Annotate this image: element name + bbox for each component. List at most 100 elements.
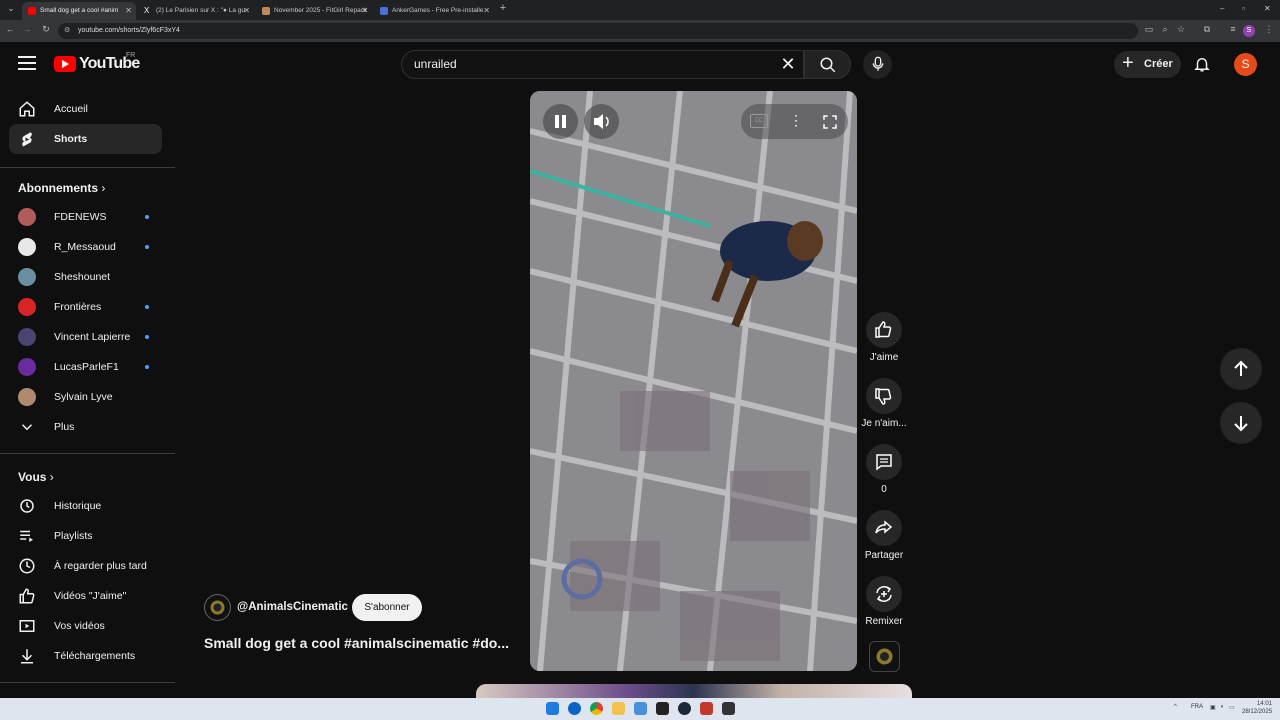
youtube-favicon-icon [28,7,36,15]
sidebar-sub-sylvain-lyve[interactable]: Sylvain Lyve [9,382,162,412]
short-title[interactable]: Small dog get a cool #animalscinematic #… [204,635,509,651]
browser-tab[interactable]: AnkerGames - Free Pre-installe ✕ [374,2,494,20]
sound-source-thumbnail[interactable] [869,641,900,672]
playlist-icon [20,530,33,542]
edge-browser-icon[interactable] [568,702,581,715]
browser-tab[interactable]: November 2025 - FitGirl Repack ✕ [256,2,372,20]
steam-icon[interactable] [678,702,691,715]
back-icon[interactable]: ← [3,24,17,34]
windows-start-icon[interactable] [546,702,559,715]
terminal-icon[interactable] [656,702,669,715]
bookmark-star-icon[interactable]: ☆ [1174,24,1188,35]
sidebar-item-label: FDENEWS [54,211,107,223]
browser-menu-icon[interactable]: ⋮ [1262,24,1276,35]
dislike-button[interactable] [866,378,902,414]
battery-icon[interactable]: ▭ [1229,704,1235,711]
history-icon [20,499,34,513]
pause-icon [555,115,566,128]
more-options-icon[interactable]: ⋮ [789,112,803,129]
close-tab-icon[interactable]: ✕ [361,2,368,20]
sidebar-sub-r-messaoud[interactable]: R_Messaoud [9,232,162,262]
short-video-player[interactable] [530,91,857,671]
network-icon[interactable]: ▣ [1210,704,1216,711]
clear-search-icon[interactable]: ✕ [777,54,799,74]
reload-icon[interactable]: ↻ [39,24,53,35]
close-window-icon[interactable]: ✕ [1264,4,1271,13]
next-short-preview[interactable] [476,684,912,698]
subscriptions-heading[interactable]: Abonnements › [18,181,105,195]
zoom-icon[interactable]: ⌕ [1158,24,1172,35]
notifications-bell-icon[interactable] [1193,55,1211,73]
sidebar-item-more[interactable]: Plus [9,412,162,442]
remix-button[interactable] [866,576,902,612]
browser-tab[interactable]: X (2) Le Parisien sur X : "● La gu ✕ [138,2,254,20]
sidebar-item-label: À regarder plus tard [54,560,147,572]
game-launcher-icon[interactable] [700,702,713,715]
sidebar-item-history[interactable]: Historique [9,491,162,521]
next-short-button[interactable] [1220,402,1262,444]
forward-icon[interactable]: → [20,24,34,34]
previous-short-button[interactable] [1220,348,1262,390]
volume-button[interactable] [584,104,619,139]
browser-tab-active[interactable]: Small dog get a cool #anim ✕ [22,2,136,20]
sidebar-item-playlists[interactable]: Playlists [9,521,162,551]
browser-tab-bar: ⌄ Small dog get a cool #anim ✕ X (2) Le … [0,0,1280,20]
clock[interactable]: 14:01 28/12/2025 [1242,700,1272,716]
app-icon[interactable] [634,702,647,715]
voice-search-button[interactable] [863,50,892,79]
sidebar-sub-fdenews[interactable]: FDENEWS [9,202,162,232]
channel-avatar[interactable] [204,594,231,621]
input-language[interactable]: FRA [1191,704,1203,710]
sidebar-sub-vincent-lapierre[interactable]: Vincent Lapierre [9,322,162,352]
like-label: J'aime [869,352,899,363]
player-controls-right: CC ⋮ [741,104,848,139]
new-tab-button[interactable]: + [496,2,510,14]
sidebar-item-liked-videos[interactable]: Vidéos "J'aime" [9,581,162,611]
cast-icon[interactable]: ▭ [1142,24,1156,35]
channel-name[interactable]: @AnimalsCinematic [237,601,348,613]
search-button[interactable] [804,50,851,79]
volume-tray-icon[interactable]: ◖ [1220,704,1224,710]
tray-chevron-icon[interactable]: ^ [1174,704,1177,710]
create-button[interactable]: + Créer [1114,51,1181,78]
close-tab-icon[interactable]: ✕ [243,2,250,20]
sidebar-item-home[interactable]: Accueil [9,94,162,124]
pause-button[interactable] [543,104,578,139]
subscribe-button[interactable]: S'abonner [352,594,422,621]
captions-icon[interactable]: CC [750,114,768,128]
sidebar-sub-sheshounet[interactable]: Sheshounet [9,262,162,292]
sidebar-item-label: LucasParleF1 [54,361,119,373]
tab-search-icon[interactable]: ⌄ [4,3,18,14]
extensions-icon[interactable]: ⧉ [1200,24,1214,35]
chrome-browser-icon[interactable] [590,702,603,715]
sidebar: Accueil Shorts Abonnements › FDENEWS R_M… [0,94,175,698]
app-icon[interactable] [722,702,735,715]
tab-groups-icon[interactable]: ≡ [1226,24,1240,34]
sidebar-item-downloads[interactable]: Téléchargements [9,641,162,671]
sidebar-item-shorts[interactable]: Shorts [9,124,162,154]
share-button[interactable] [866,510,902,546]
restore-icon[interactable]: ▫ [1242,4,1245,13]
download-icon [21,649,33,664]
browser-profile-avatar[interactable]: S [1243,25,1255,37]
sidebar-item-your-videos[interactable]: Vos vidéos [9,611,162,641]
fullscreen-icon[interactable] [821,113,839,131]
minimize-icon[interactable]: – [1220,4,1224,13]
sidebar-sub-lucasparlef1[interactable]: LucasParleF1 [9,352,162,382]
comments-button[interactable] [866,444,902,480]
search-input[interactable] [414,57,764,71]
close-tab-icon[interactable]: ✕ [125,2,132,20]
your-videos-icon [19,620,35,632]
sidebar-item-label: Shorts [54,133,88,145]
file-explorer-icon[interactable] [612,702,625,715]
new-content-dot [145,365,149,369]
like-button[interactable] [866,312,902,348]
you-heading[interactable]: Vous › [18,470,54,484]
close-tab-icon[interactable]: ✕ [483,2,490,20]
url-field[interactable]: ⚙ youtube.com/shorts/Zlyf6cF3xY4 [58,23,1138,39]
hamburger-menu-icon[interactable] [18,56,36,72]
sidebar-item-watch-later[interactable]: À regarder plus tard [9,551,162,581]
site-info-icon[interactable]: ⚙ [64,23,70,39]
account-avatar[interactable]: S [1234,53,1257,76]
sidebar-sub-frontieres[interactable]: Frontières [9,292,162,322]
